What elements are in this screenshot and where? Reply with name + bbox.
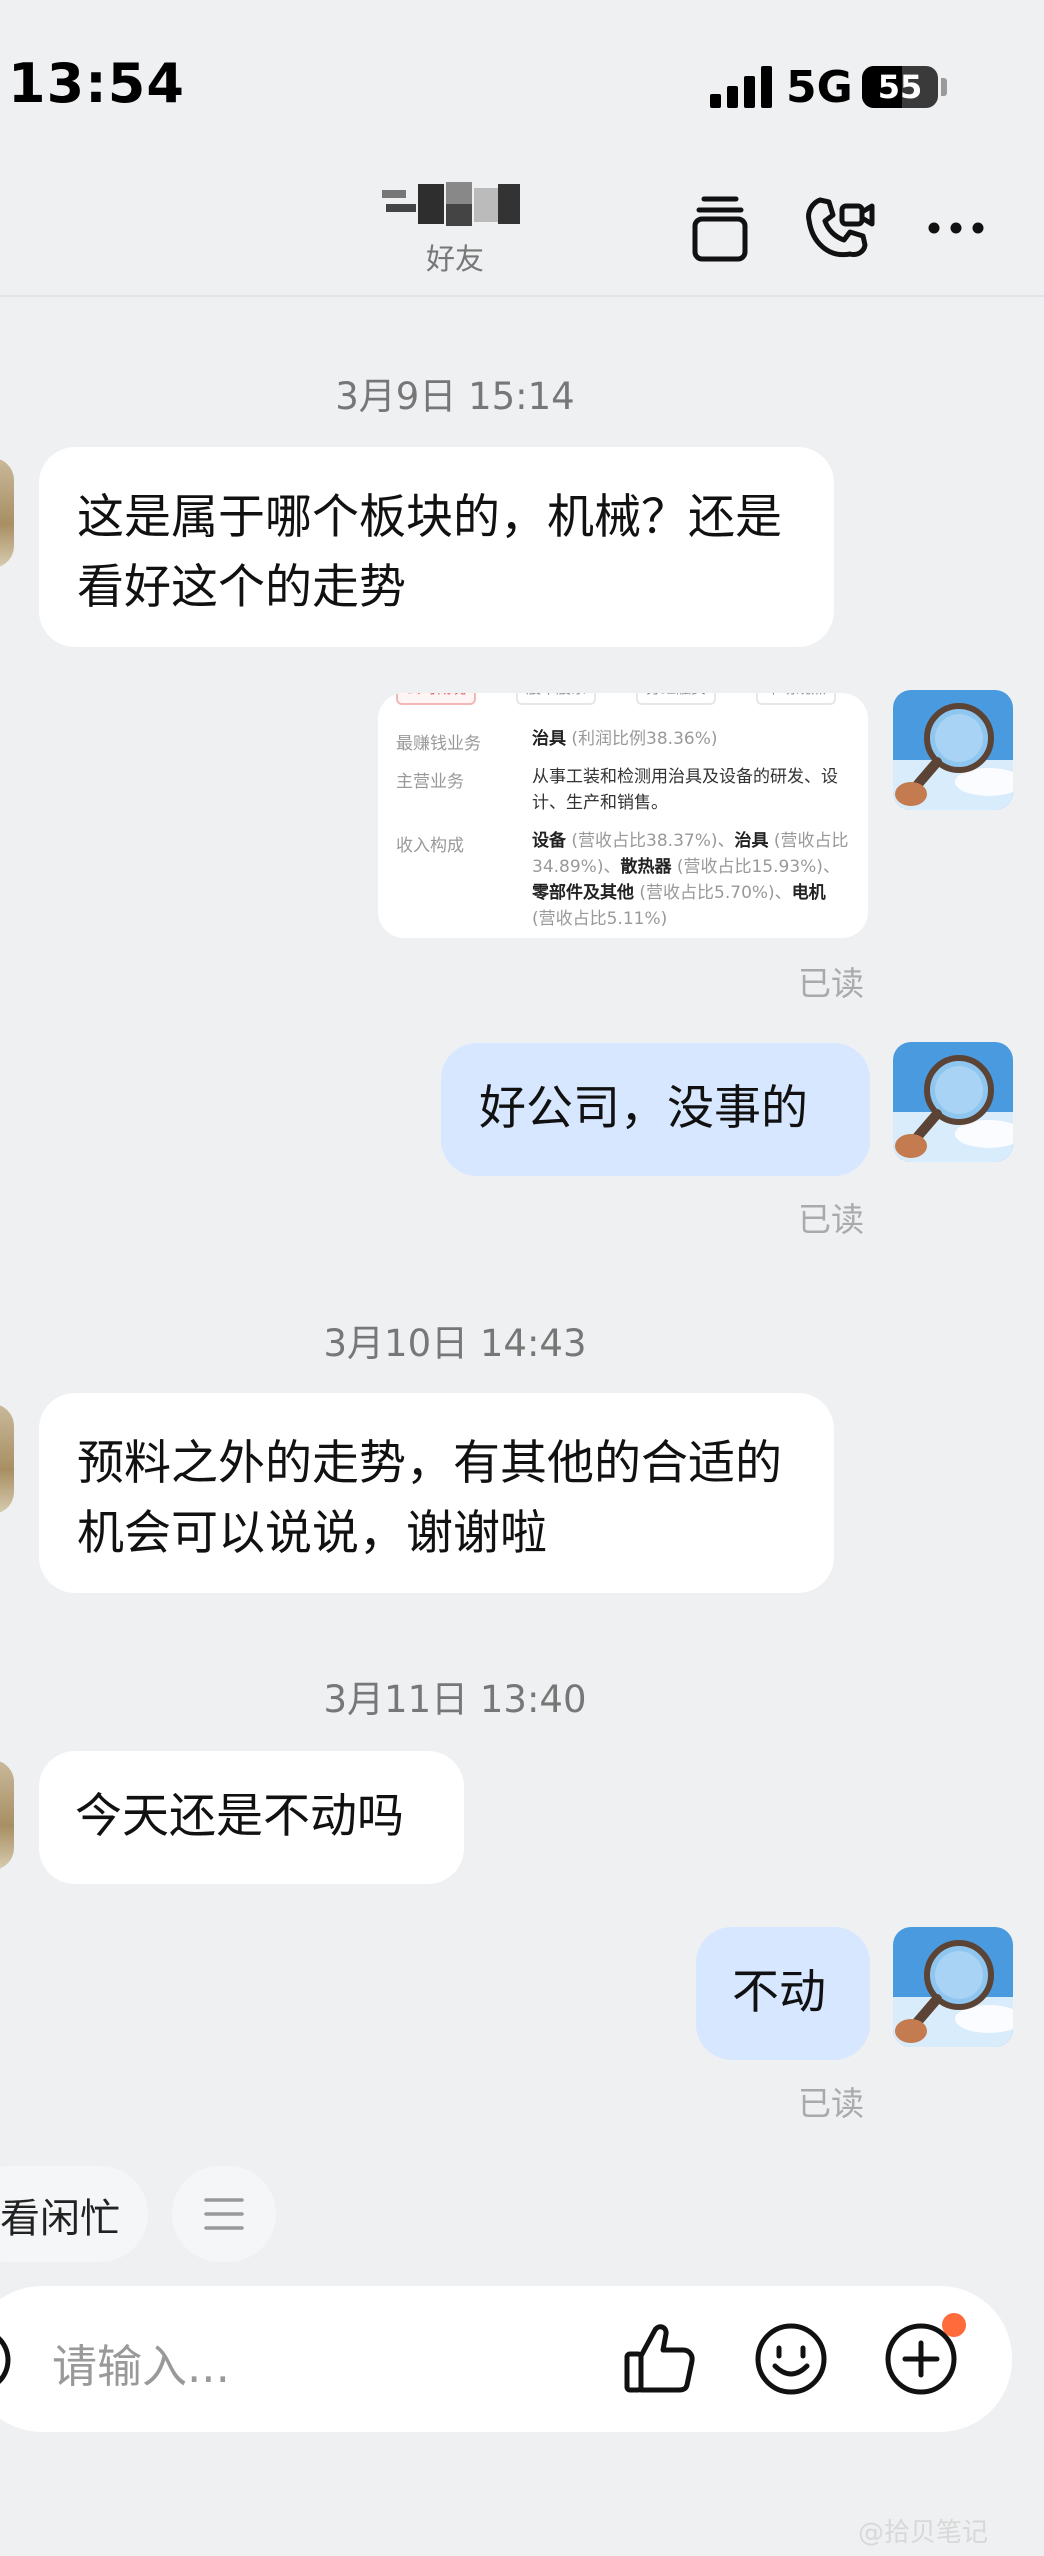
- self-avatar[interactable]: [893, 1042, 1013, 1162]
- contact-avatar[interactable]: [0, 458, 14, 568]
- video-call-icon[interactable]: [800, 188, 880, 268]
- timestamp: 3月10日 14:43: [323, 1322, 587, 1365]
- message-input[interactable]: 请输入...: [52, 2330, 230, 2395]
- card-row-value: 从事工装和检测用治具及设备的研发、设计、生产和销售。: [532, 767, 838, 813]
- battery-tip: [941, 78, 947, 96]
- read-receipt: 已读: [798, 964, 864, 1003]
- status-chip[interactable]: 看闲忙: [0, 2166, 148, 2262]
- voice-input-icon[interactable]: [0, 2330, 16, 2390]
- network-type: 5G: [786, 62, 853, 113]
- message-bubble-incoming[interactable]: 这是属于哪个板块的，机械？还是看好这个的走势: [39, 447, 834, 647]
- contact-relation-label: 好友: [425, 242, 484, 276]
- message-bubble-incoming[interactable]: 今天还是不动吗: [39, 1751, 464, 1884]
- thumbs-up-icon[interactable]: [617, 2316, 703, 2402]
- menu-chip[interactable]: [172, 2166, 276, 2262]
- card-row-label: 收入构成: [396, 836, 464, 856]
- read-receipt: 已读: [798, 2084, 864, 2123]
- hamburger-menu-icon: [204, 2198, 244, 2230]
- contact-avatar[interactable]: [0, 1404, 14, 1514]
- card-row-value: 治具 (利润比例38.36%): [532, 729, 718, 749]
- shared-image-stock-profile[interactable]: 公司概况 股本股东 分红融资 市场观点 最赚钱业务 治具 (利润比例38.36%…: [378, 693, 868, 938]
- message-bubble-outgoing[interactable]: 不动: [696, 1927, 870, 2060]
- cards-stack-icon[interactable]: [680, 188, 760, 268]
- card-tab: 市场观点: [756, 693, 837, 705]
- read-receipt: 已读: [798, 1200, 864, 1239]
- message-bubble-outgoing[interactable]: 好公司，没事的: [441, 1043, 870, 1176]
- emoji-icon[interactable]: [748, 2316, 834, 2402]
- card-tab: 股本股东: [516, 693, 597, 705]
- card-tab: 公司概况: [396, 693, 477, 705]
- card-tabs: 公司概况 股本股东 分红融资 市场观点: [396, 693, 868, 705]
- watermark: @拾贝笔记: [858, 2518, 989, 2548]
- battery-icon: 55: [862, 66, 938, 108]
- header-divider: [0, 295, 1044, 297]
- more-options-icon[interactable]: [918, 188, 998, 268]
- card-row-label: 最赚钱业务: [396, 734, 481, 754]
- card-row-label: 主营业务: [396, 772, 464, 792]
- contact-avatar[interactable]: [0, 1760, 14, 1870]
- self-avatar[interactable]: [893, 1927, 1013, 2047]
- timestamp: 3月9日 15:14: [335, 375, 575, 418]
- battery-level: 55: [877, 68, 923, 106]
- message-bubble-incoming[interactable]: 预料之外的走势，有其他的合适的机会可以说说，谢谢啦: [39, 1393, 834, 1593]
- cellular-signal-icon: [710, 66, 780, 108]
- status-chip-label: 看闲忙: [0, 2196, 120, 2242]
- status-time: 13:54: [8, 52, 185, 115]
- card-tab: 分红融资: [636, 693, 717, 705]
- notification-dot: [942, 2313, 966, 2337]
- self-avatar[interactable]: [893, 690, 1013, 810]
- timestamp: 3月11日 13:40: [323, 1678, 587, 1721]
- contact-name-pixelated[interactable]: [382, 180, 522, 230]
- card-row-value: 设备 (营收占比38.37%)、治具 (营收占比34.89%)、散热器 (营收占…: [532, 831, 849, 929]
